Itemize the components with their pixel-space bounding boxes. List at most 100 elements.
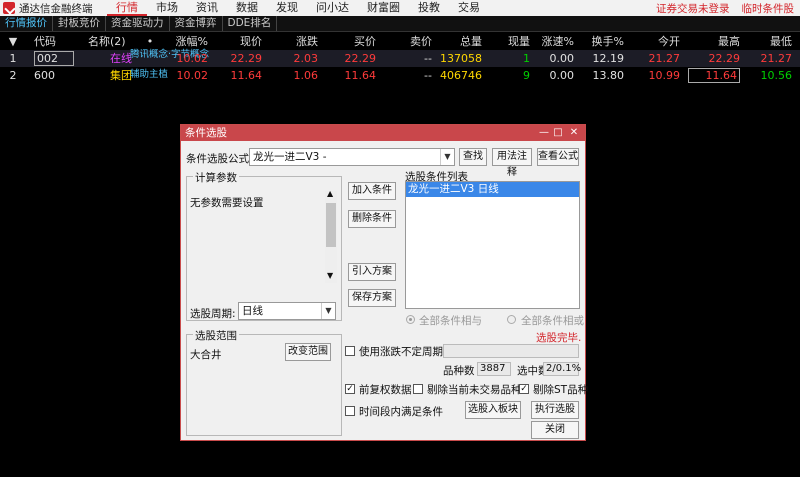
- header-bid[interactable]: 买价: [322, 33, 376, 50]
- time-range-label: 时间段内满足条件: [359, 406, 443, 418]
- usage-button[interactable]: 用法注释: [492, 148, 532, 178]
- delete-condition-button[interactable]: 删除条件: [348, 210, 396, 228]
- high: 22.29: [708, 52, 741, 65]
- import-plan-button[interactable]: 引入方案: [348, 263, 396, 281]
- period-select[interactable]: 日线 ▼: [238, 302, 336, 320]
- open: 21.27: [648, 52, 681, 65]
- change: 2.03: [293, 52, 319, 65]
- selected-value: 2/0.1%: [543, 362, 581, 376]
- close-button[interactable]: 关闭: [531, 421, 579, 439]
- to-block-button[interactable]: 选股入板块: [465, 401, 521, 419]
- count-label: 品种数: [443, 365, 475, 377]
- menu-item-trade[interactable]: 交易: [449, 0, 489, 16]
- condition-select-dialog: 条件选股 — □ ✕ 条件选股公式 龙光一进二V3 - ▼ 查找 用法注释 查看…: [180, 124, 588, 441]
- menu-item-wealth[interactable]: 财富圈: [358, 0, 409, 16]
- params-scrollbar[interactable]: ▲ ▼: [325, 189, 337, 283]
- row-number: 2: [9, 69, 17, 82]
- turnover: 12.19: [592, 52, 625, 65]
- tab-capital-drive[interactable]: 资金驱动力: [106, 16, 170, 31]
- radio-all-or[interactable]: [507, 315, 516, 324]
- radio-all-and[interactable]: [406, 315, 415, 324]
- turnover: 13.80: [592, 69, 625, 82]
- radio-all-or-label: 全部条件相或: [521, 315, 584, 327]
- header-high[interactable]: 最高: [688, 33, 740, 50]
- header-change[interactable]: 涨跌: [266, 33, 318, 50]
- high: 11.64: [688, 68, 740, 83]
- condition-list[interactable]: 龙光一进二V3 日线: [405, 181, 580, 309]
- header-dot: •: [146, 35, 154, 48]
- bid: 11.64: [344, 69, 377, 82]
- find-button[interactable]: 查找: [459, 148, 487, 166]
- header-ask[interactable]: 卖价: [380, 33, 432, 50]
- header-low[interactable]: 最低: [746, 33, 792, 50]
- menu-item-quotes[interactable]: 行情: [107, 0, 147, 16]
- status-text: 选股完毕.: [536, 332, 582, 344]
- scroll-down-icon[interactable]: ▼: [327, 271, 333, 280]
- header-price[interactable]: 现价: [212, 33, 262, 50]
- menu-item-news[interactable]: 资讯: [187, 0, 227, 16]
- remove-untraded-checkbox[interactable]: [413, 384, 423, 394]
- price: 22.29: [230, 52, 263, 65]
- app-logo-icon: [3, 2, 15, 14]
- header-turnover[interactable]: 换手%: [582, 33, 624, 50]
- params-title: 计算参数: [193, 170, 239, 185]
- time-range-checkbox[interactable]: [345, 406, 355, 416]
- range-value: 大合井: [190, 349, 222, 361]
- formula-select[interactable]: 龙光一进二V3 - ▼: [249, 148, 455, 166]
- table-row[interactable]: 2 600 集团 辅助主植 10.02 11.64 1.06 11.64 -- …: [0, 67, 800, 84]
- current-volume: 1: [523, 52, 530, 65]
- execute-select-button[interactable]: 执行选股: [531, 401, 579, 419]
- open: 10.99: [648, 69, 681, 82]
- dialog-title-bar[interactable]: 条件选股 — □ ✕: [181, 125, 585, 141]
- tab-quotes[interactable]: 行情报价: [0, 16, 53, 31]
- menu-item-education[interactable]: 投教: [409, 0, 449, 16]
- minimize-icon[interactable]: —: [537, 125, 551, 141]
- ask: --: [424, 69, 432, 82]
- list-item[interactable]: 龙光一进二V3 日线: [406, 182, 579, 197]
- period-field[interactable]: [443, 344, 579, 358]
- formula-label: 条件选股公式: [186, 153, 249, 165]
- adjusted-data-checkbox[interactable]: ✓: [345, 384, 355, 394]
- trade-login-status[interactable]: 证券交易未登录: [650, 1, 736, 16]
- app-title: 通达信金融终端: [19, 2, 93, 15]
- tab-dde-ranking[interactable]: DDE排名: [223, 16, 278, 31]
- tab-capital-game[interactable]: 资金博弈: [170, 16, 223, 31]
- formula-value: 龙光一进二V3 -: [253, 151, 327, 163]
- period-value: 日线: [242, 305, 263, 317]
- sub-tab-bar: 行情报价 封板竞价 资金驱动力 资金博弈 DDE排名: [0, 16, 800, 32]
- maximize-icon[interactable]: □: [551, 125, 565, 141]
- price: 11.64: [230, 69, 263, 82]
- scroll-up-icon[interactable]: ▲: [327, 189, 333, 198]
- close-icon[interactable]: ✕: [567, 125, 581, 141]
- menu-item-ask[interactable]: 问小达: [307, 0, 358, 16]
- uncertain-period-checkbox[interactable]: [345, 346, 355, 356]
- add-condition-button[interactable]: 加入条件: [348, 182, 396, 200]
- table-row[interactable]: 1 002 在线 腾讯概念·字节概念 10.02 22.29 2.03 22.2…: [0, 50, 800, 67]
- params-group: 计算参数 无参数需要设置 ▲ ▼ 选股周期: 日线 ▼: [186, 170, 342, 321]
- header-code[interactable]: 代码: [34, 33, 74, 50]
- remove-st-checkbox[interactable]: ✓: [519, 384, 529, 394]
- menu-item-discover[interactable]: 发现: [267, 0, 307, 16]
- tab-limit-up-bidding[interactable]: 封板竞价: [53, 16, 106, 31]
- save-plan-button[interactable]: 保存方案: [348, 289, 396, 307]
- stock-code: 002: [34, 51, 74, 66]
- scroll-thumb[interactable]: [326, 203, 336, 247]
- adjusted-data-label: 前复权数据: [359, 384, 412, 396]
- range-group: 选股范围 大合井 改变范围: [186, 328, 342, 436]
- change-range-button[interactable]: 改变范围: [285, 343, 331, 361]
- params-text: 无参数需要设置: [190, 197, 264, 209]
- row-number: 1: [9, 52, 17, 65]
- header-current-volume[interactable]: 现量: [486, 33, 530, 50]
- menu-item-market[interactable]: 市场: [147, 0, 187, 16]
- header-name[interactable]: 名称(2): [88, 33, 148, 50]
- temp-condition-stocks[interactable]: 临时条件股: [736, 1, 800, 16]
- header-volume[interactable]: 总量: [436, 33, 482, 50]
- view-formula-button[interactable]: 查看公式: [537, 148, 579, 166]
- header-open[interactable]: 今开: [628, 33, 680, 50]
- volume: 137058: [440, 52, 482, 65]
- speed: 0.00: [549, 69, 575, 82]
- header-pct[interactable]: 涨幅%: [160, 33, 208, 50]
- header-speed[interactable]: 涨速%: [534, 33, 574, 50]
- sort-icon[interactable]: ▼: [0, 33, 26, 50]
- menu-item-data[interactable]: 数据: [227, 0, 267, 16]
